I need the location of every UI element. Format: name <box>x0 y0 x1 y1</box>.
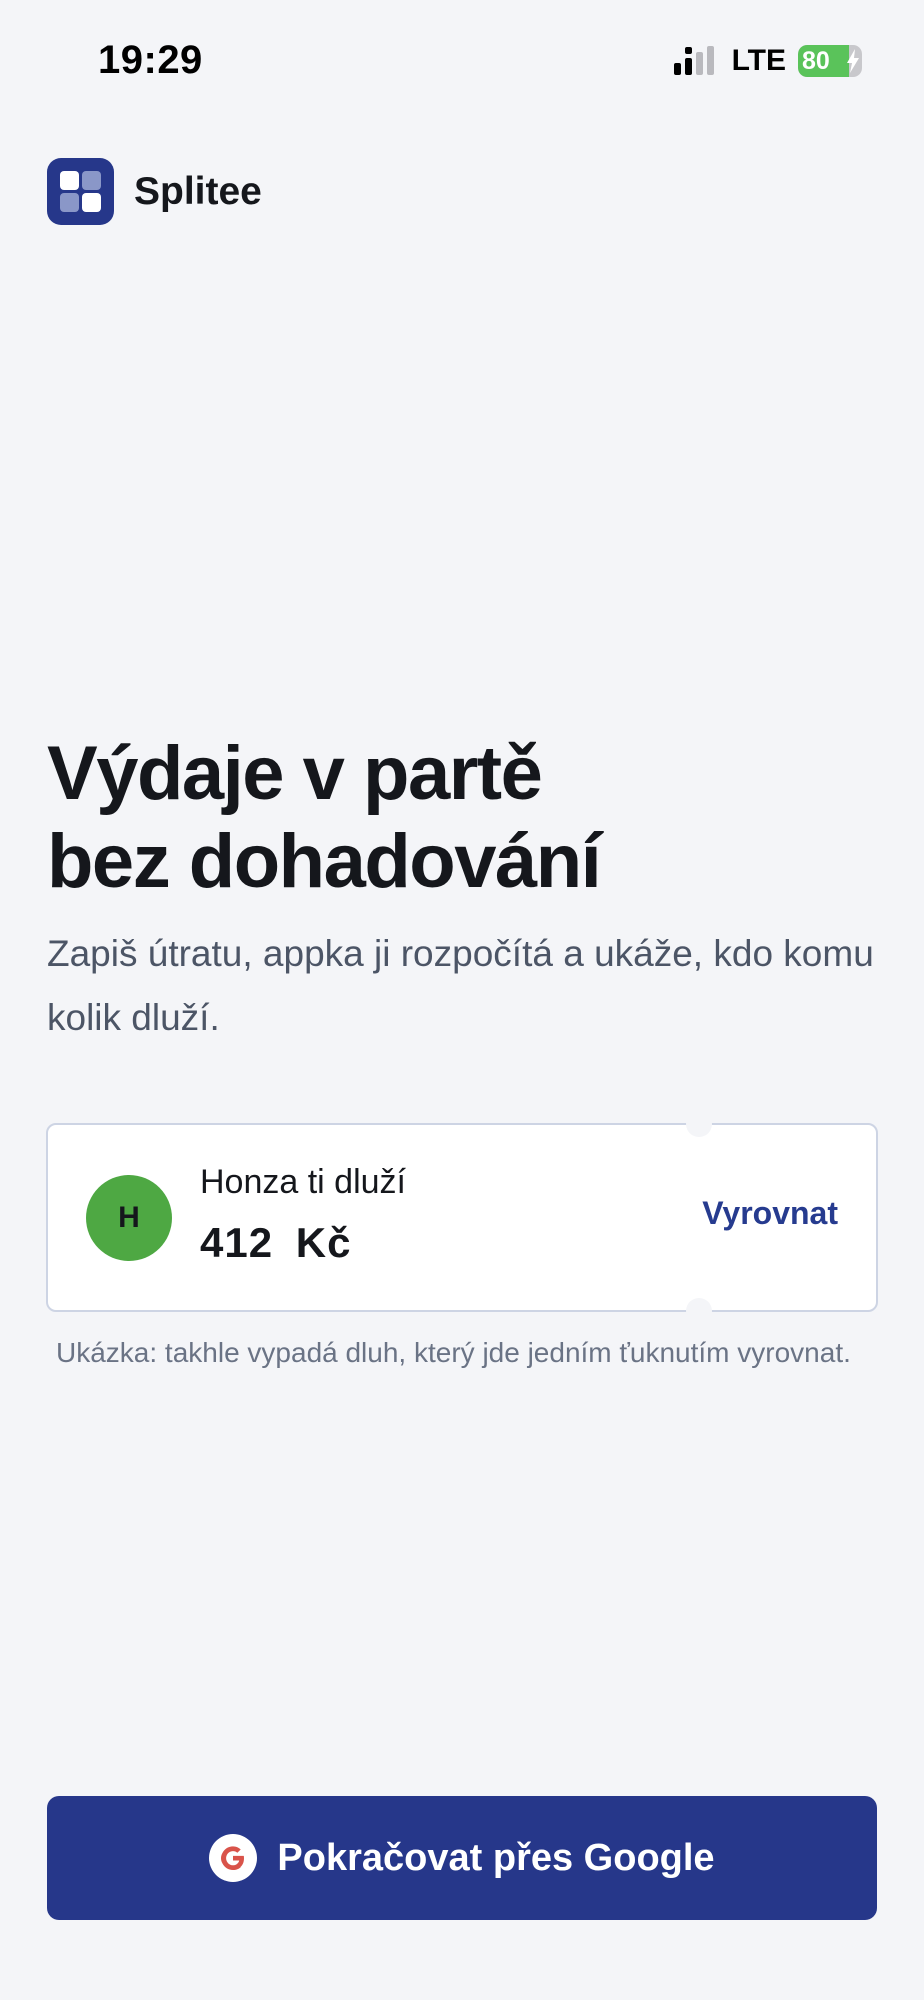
debt-label: Honza ti dluží <box>200 1163 406 1201</box>
settle-button[interactable]: Vyrovnat <box>702 1195 838 1232</box>
status-bar: 19:29 LTE 80 <box>0 0 924 120</box>
brand-name: Splitee <box>134 169 262 213</box>
status-time: 19:29 <box>98 38 203 82</box>
ticket-notch-bottom <box>686 1298 712 1324</box>
demo-debt-card: H Honza ti dluží 412 Kč Vyrovnat <box>46 1111 878 1324</box>
google-sign-in-button[interactable]: Pokračovat přes Google <box>47 1796 877 1920</box>
google-icon <box>209 1834 258 1882</box>
battery-percent: 80 <box>802 47 830 75</box>
splitee-logo-icon <box>47 158 114 225</box>
demo-caption: Ukázka: takhle vypadá dluh, který jde je… <box>56 1337 851 1368</box>
charging-bolt-icon <box>847 49 859 73</box>
debt-amount: 412 Kč <box>200 1219 352 1266</box>
hero-title-line-1: Výdaje v partě <box>47 731 543 816</box>
signal-icon <box>673 46 714 75</box>
google-sign-in-label: Pokračovat přes Google <box>277 1836 715 1879</box>
hero-subtitle: Zapiš útratu, appka ji rozpočítá a ukáže… <box>47 933 874 1038</box>
status-indicators: LTE 80 <box>672 44 862 78</box>
hero-title-line-2: bez dohadování <box>47 819 602 904</box>
brand-header: Splitee <box>47 158 262 225</box>
hero-title: Výdaje v partě bez dohadování <box>47 730 867 906</box>
onboarding-screen: 19:29 LTE 80 Splitee Výdaje v partě bez … <box>0 0 924 2000</box>
avatar: H <box>86 1175 172 1261</box>
ticket-notch-top <box>686 1111 712 1137</box>
battery-indicator: 80 <box>798 45 862 77</box>
network-type: LTE <box>731 44 786 77</box>
